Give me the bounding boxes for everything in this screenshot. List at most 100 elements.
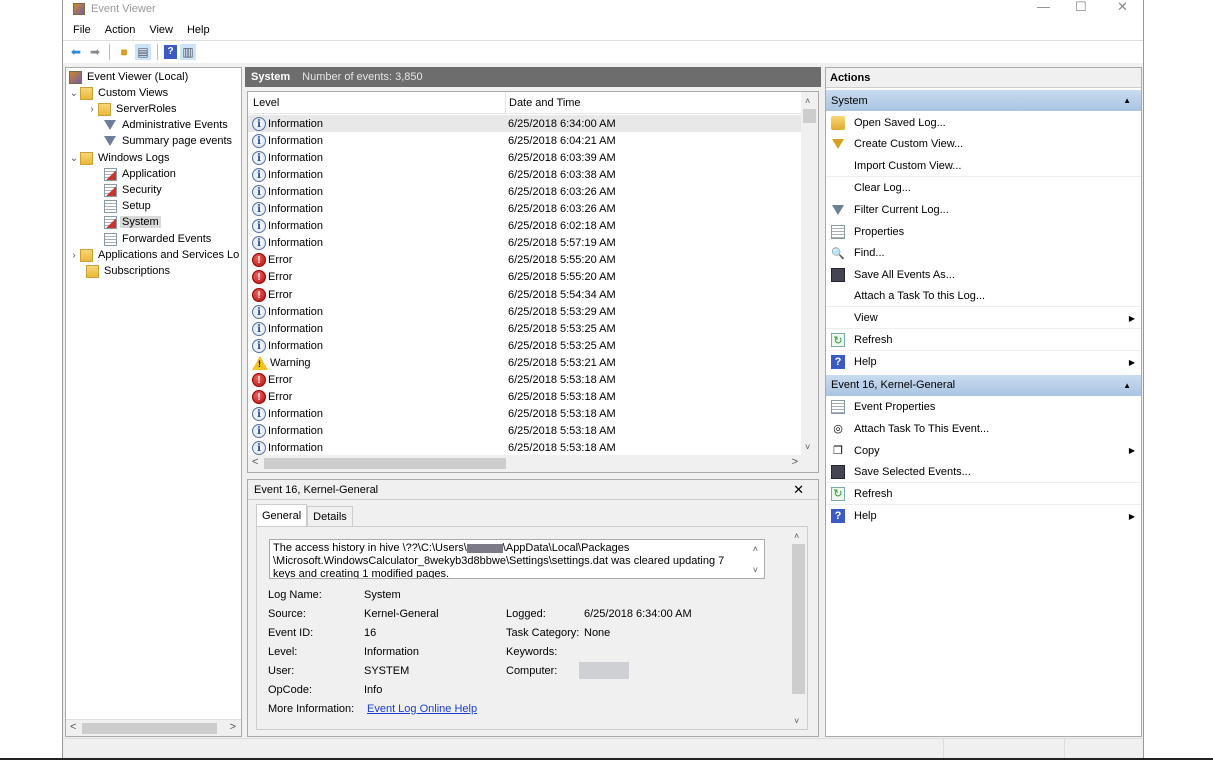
scroll-up-icon[interactable]: ˄ <box>753 543 758 556</box>
action-item-refresh[interactable]: ↻ Refresh <box>826 484 1141 505</box>
folder-up-icon[interactable]: ■ <box>116 44 132 60</box>
tab-general[interactable]: General <box>256 504 308 526</box>
close-icon[interactable]: ✕ <box>793 482 804 498</box>
action-item-help[interactable]: ? Help ▶ <box>826 506 1141 527</box>
event-row[interactable]: ! Error 6/25/2018 5:55:20 AM <box>248 269 801 286</box>
column-header-level[interactable]: Level <box>253 97 279 109</box>
help-icon: ? <box>831 355 845 370</box>
tree-node-summary-page-events[interactable]: Summary page events <box>104 133 234 149</box>
scroll-right-icon[interactable]: > <box>230 721 236 733</box>
tree-node-application[interactable]: Application <box>104 166 178 182</box>
event-row[interactable]: i Information 6/25/2018 5:53:25 AM <box>248 320 801 337</box>
collapse-arrow-icon[interactable]: ▲ <box>1123 381 1131 390</box>
action-item-filter-current-log[interactable]: Filter Current Log... <box>826 199 1141 220</box>
tree-horizontal-scrollbar[interactable]: < > <box>66 719 241 736</box>
event-row[interactable]: ! Error 6/25/2018 5:54:34 AM <box>248 286 801 303</box>
maximize-button[interactable]: ☐ <box>1075 0 1087 14</box>
scroll-left-icon[interactable]: < <box>70 721 76 733</box>
event-row[interactable]: i Information 6/25/2018 6:03:26 AM <box>248 201 801 218</box>
tree-node-system[interactable]: System <box>104 214 161 230</box>
event-row[interactable]: i Information 6/25/2018 5:53:18 AM <box>248 423 801 440</box>
collapse-arrow-icon[interactable]: ▲ <box>1123 96 1131 105</box>
tree-node-setup[interactable]: Setup <box>104 198 153 214</box>
tree-node-serverroles[interactable]: › ServerRoles <box>86 101 179 117</box>
action-item-attach-a-task-to-this-log[interactable]: Attach a Task To this Log... <box>826 286 1141 308</box>
event-log-online-help-link[interactable]: Event Log Online Help <box>367 703 477 715</box>
information-icon: i <box>252 338 266 353</box>
action-item-import-custom-view[interactable]: Import Custom View... <box>826 156 1141 177</box>
action-item-attach-task-to-this-event[interactable]: ◎ Attach Task To This Event... <box>826 418 1141 439</box>
scroll-down-icon[interactable]: ˅ <box>794 716 799 726</box>
event-row[interactable]: ! Warning 6/25/2018 5:53:21 AM <box>248 354 801 371</box>
scroll-down-icon[interactable]: ˅ <box>753 564 758 577</box>
event-list-vertical-scrollbar[interactable]: ˄ ˅ <box>801 92 818 472</box>
detail-vertical-scrollbar[interactable]: ˄ ˅ <box>790 527 807 729</box>
scrollbar-thumb[interactable] <box>792 544 805 694</box>
menu-file[interactable]: File <box>73 24 91 36</box>
back-arrow-icon[interactable]: ⬅ <box>68 44 84 60</box>
scroll-up-icon[interactable]: ˄ <box>794 531 799 541</box>
menu-view[interactable]: View <box>149 24 173 36</box>
event-row[interactable]: i Information 6/25/2018 5:53:18 AM <box>248 406 801 423</box>
show-hide-action-pane-icon[interactable]: ▥ <box>180 43 196 60</box>
event-row[interactable]: i Information 6/25/2018 6:03:26 AM <box>248 183 801 200</box>
chevron-right-icon[interactable]: › <box>68 250 80 261</box>
event-row[interactable]: i Information 6/25/2018 5:57:19 AM <box>248 235 801 252</box>
scrollbar-thumb[interactable] <box>803 109 816 123</box>
event-row[interactable]: ! Error 6/25/2018 5:53:18 AM <box>248 372 801 389</box>
tree-node-subscriptions[interactable]: Subscriptions <box>86 263 172 279</box>
action-item-save-all-events-as[interactable]: Save All Events As... <box>826 265 1141 286</box>
action-item-refresh[interactable]: ↻ Refresh <box>826 330 1141 351</box>
tree-node-administrative-events[interactable]: Administrative Events <box>104 117 230 133</box>
column-header-date-time[interactable]: Date and Time <box>505 92 581 114</box>
menu-action[interactable]: Action <box>105 24 136 36</box>
action-item-clear-log[interactable]: Clear Log... <box>826 177 1141 198</box>
show-hide-console-tree-icon[interactable]: ▤ <box>135 43 151 60</box>
chevron-down-icon[interactable]: ⌄ <box>68 88 80 99</box>
event-row[interactable]: ! Error 6/25/2018 5:53:18 AM <box>248 389 801 406</box>
event-row[interactable]: i Information 6/25/2018 6:34:00 AM <box>248 115 801 132</box>
close-button[interactable]: ✕ <box>1117 0 1128 14</box>
event-row[interactable]: i Information 6/25/2018 5:53:29 AM <box>248 303 801 320</box>
forward-arrow-icon[interactable]: ➡ <box>87 44 103 60</box>
tree-node-security[interactable]: Security <box>104 182 164 198</box>
tree-node-applications-and-services[interactable]: › Applications and Services Lo <box>68 247 241 263</box>
action-item-copy[interactable]: ❐ Copy ▶ <box>826 440 1141 461</box>
event-row[interactable]: i Information 6/25/2018 6:03:39 AM <box>248 149 801 166</box>
chevron-right-icon[interactable]: › <box>86 104 98 115</box>
tree-node-forwarded-events[interactable]: Forwarded Events <box>104 231 213 247</box>
scrollbar-thumb[interactable] <box>264 458 506 469</box>
chevron-down-icon[interactable]: ⌄ <box>68 153 80 164</box>
computer-label: Computer: <box>506 665 558 677</box>
action-item-find[interactable]: 🔍 Find... <box>826 243 1141 264</box>
tree-node-event-viewer-local[interactable]: Event Viewer (Local) <box>69 69 190 85</box>
scroll-left-icon[interactable]: < <box>252 456 258 468</box>
event-list-horizontal-scrollbar[interactable]: < > <box>248 455 803 472</box>
scroll-right-icon[interactable]: > <box>792 456 798 468</box>
minimize-button[interactable]: — <box>1037 0 1050 14</box>
help-icon[interactable]: ? <box>164 44 177 59</box>
action-item-event-properties[interactable]: Event Properties <box>826 397 1141 418</box>
action-item-save-selected-events[interactable]: Save Selected Events... <box>826 462 1141 483</box>
scroll-up-icon[interactable]: ˄ <box>805 96 810 106</box>
action-item-open-saved-log[interactable]: Open Saved Log... <box>826 112 1141 133</box>
event-row[interactable]: ! Error 6/25/2018 5:55:20 AM <box>248 252 801 269</box>
actions-section-header[interactable]: Event 16, Kernel-General ▲ <box>826 374 1141 396</box>
menu-help[interactable]: Help <box>187 24 210 36</box>
event-row[interactable]: i Information 6/25/2018 6:03:38 AM <box>248 166 801 183</box>
event-row[interactable]: i Information 6/25/2018 6:04:21 AM <box>248 132 801 149</box>
event-row[interactable]: i Information 6/25/2018 5:53:25 AM <box>248 337 801 354</box>
action-item-properties[interactable]: Properties <box>826 221 1141 242</box>
tree-node-custom-views[interactable]: ⌄ Custom Views <box>68 85 170 101</box>
tab-details[interactable]: Details <box>307 506 353 526</box>
scrollbar-thumb[interactable] <box>82 723 217 734</box>
event-description[interactable]: The access history in hive \??\C:\Users\… <box>269 539 765 579</box>
scroll-down-icon[interactable]: ˅ <box>805 442 810 452</box>
event-row[interactable]: i Information 6/25/2018 6:02:18 AM <box>248 218 801 235</box>
actions-section-header[interactable]: System ▲ <box>826 90 1141 111</box>
action-item-help[interactable]: ? Help ▶ <box>826 352 1141 373</box>
event-datetime: 6/25/2018 5:53:25 AM <box>508 322 616 335</box>
action-item-view[interactable]: View ▶ <box>826 308 1141 330</box>
tree-node-windows-logs[interactable]: ⌄ Windows Logs <box>68 150 172 166</box>
action-item-create-custom-view[interactable]: Create Custom View... <box>826 134 1141 155</box>
